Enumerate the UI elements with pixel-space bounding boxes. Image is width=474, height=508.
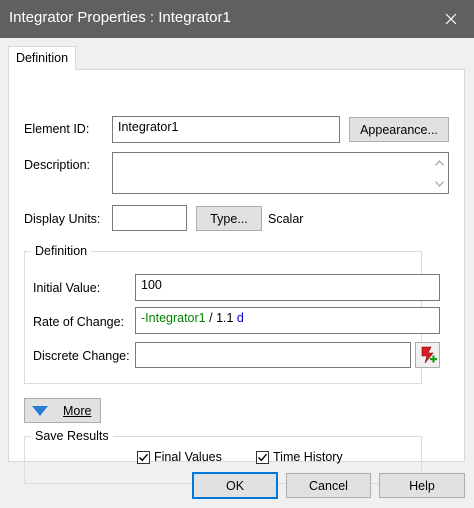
save-results-title: Save Results <box>31 429 113 443</box>
initial-value-label: Initial Value: <box>33 281 101 295</box>
rate-of-change-label: Rate of Change: <box>33 315 125 329</box>
display-units-field[interactable] <box>112 205 187 231</box>
window-title: Integrator Properties : Integrator1 <box>9 9 231 26</box>
rate-number: 1.1 <box>216 311 234 325</box>
initial-value-field[interactable]: 100 <box>135 274 440 301</box>
description-scrollbar[interactable] <box>431 153 448 193</box>
final-values-checkbox[interactable]: Final Values <box>137 450 222 464</box>
insert-event-button[interactable] <box>415 342 440 368</box>
rate-reference: Integrator1 <box>145 311 206 325</box>
cancel-button[interactable]: Cancel <box>286 473 371 498</box>
definition-panel: Element ID: Integrator1 Appearance... De… <box>8 69 465 484</box>
checkmark-icon <box>139 453 149 461</box>
appearance-button[interactable]: Appearance... <box>349 117 449 142</box>
rate-operator: / <box>205 311 217 325</box>
description-label: Description: <box>24 158 90 172</box>
checkmark-icon <box>258 453 268 461</box>
time-history-label: Time History <box>273 450 343 464</box>
type-button[interactable]: Type... <box>196 206 262 231</box>
discrete-change-field[interactable] <box>135 342 411 368</box>
display-units-label: Display Units: <box>24 212 101 226</box>
tab-definition[interactable]: Definition <box>8 46 76 70</box>
type-value: Scalar <box>268 212 304 226</box>
triangle-down-icon <box>32 405 48 416</box>
time-history-check-box[interactable] <box>256 450 269 464</box>
scroll-down-icon[interactable] <box>431 175 448 192</box>
time-history-checkbox[interactable]: Time History <box>256 450 343 464</box>
definition-group: Definition Initial Value: 100 Rate of Ch… <box>24 244 440 384</box>
element-id-field[interactable]: Integrator1 <box>112 116 340 143</box>
more-button[interactable]: More <box>24 398 101 423</box>
help-button[interactable]: Help <box>379 473 465 498</box>
insert-event-icon <box>421 346 437 364</box>
rate-of-change-field[interactable]: -Integrator1 / 1.1 d <box>135 307 440 334</box>
close-icon <box>445 13 457 25</box>
ok-button[interactable]: OK <box>192 472 278 499</box>
discrete-change-label: Discrete Change: <box>33 349 130 363</box>
final-values-label: Final Values <box>154 450 222 464</box>
element-id-label: Element ID: <box>24 122 90 136</box>
close-button[interactable] <box>428 0 474 38</box>
rate-unit: d <box>233 311 244 325</box>
scroll-up-icon[interactable] <box>431 154 448 171</box>
description-field[interactable] <box>112 152 449 194</box>
dialog-body: Definition Element ID: Integrator1 Appea… <box>0 38 474 508</box>
title-bar: Integrator Properties : Integrator1 <box>0 0 474 38</box>
final-values-check-box[interactable] <box>137 450 150 464</box>
definition-group-title: Definition <box>31 244 92 258</box>
more-button-label: More <box>63 403 92 418</box>
